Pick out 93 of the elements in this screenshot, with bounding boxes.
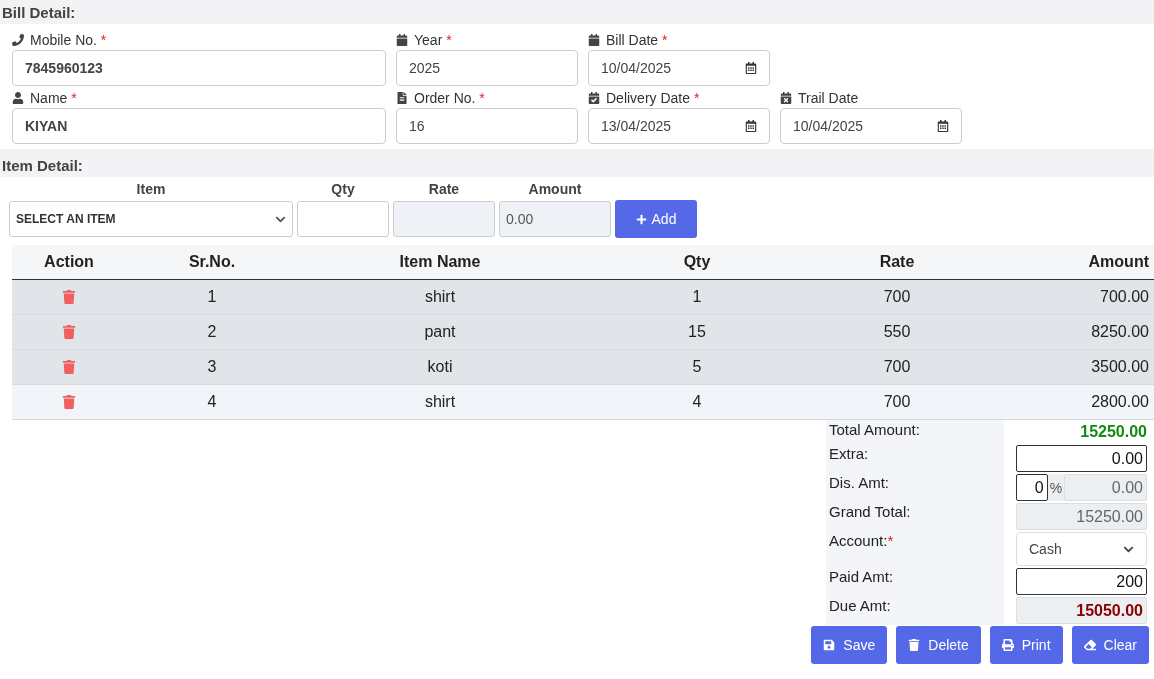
date-field[interactable]: 13/04/2025 <box>588 108 770 144</box>
add-button[interactable]: Add <box>615 200 697 238</box>
field-label: Mobile No. * <box>30 32 107 48</box>
account-select[interactable]: Cash <box>1016 532 1147 566</box>
input-field: 15250.00 <box>1016 503 1147 530</box>
section-title: Item Detail: <box>1 156 84 176</box>
input-field[interactable]: 7845960123 <box>12 50 386 86</box>
table-cell: 2 <box>207 323 217 341</box>
total-amount: 15250.00 <box>1080 423 1147 441</box>
trash-icon[interactable] <box>62 360 76 374</box>
field-label: Name * <box>30 90 77 106</box>
table-row[interactable]: 3 koti 5 700 3500.00 <box>12 350 1154 385</box>
calendar-icon[interactable] <box>937 120 949 132</box>
user-icon <box>12 92 24 104</box>
column-header: Item Name <box>399 253 481 271</box>
column-header: Sr.No. <box>188 253 236 271</box>
summary-label: Paid Amt: <box>826 567 1004 596</box>
input-field[interactable]: 2025 <box>396 50 578 86</box>
field-label: Trail Date <box>798 90 859 106</box>
column-header: Amount <box>1088 253 1149 271</box>
field-label: Bill Date * <box>606 32 668 48</box>
document-icon <box>396 92 408 104</box>
table-cell: 8250.00 <box>1091 323 1149 341</box>
calendar-check-icon <box>588 92 600 104</box>
table-cell: 700 <box>883 288 911 306</box>
action-button[interactable]: Save <box>811 626 888 664</box>
summary-label: Total Amount: <box>826 420 1004 444</box>
summary-label: Grand Total: <box>826 502 1004 531</box>
column-label: Qty <box>330 181 356 199</box>
field-label: Delivery Date * <box>606 90 700 106</box>
table-cell: 3500.00 <box>1091 358 1149 376</box>
table-row[interactable]: 2 pant 15 550 8250.00 <box>12 315 1154 350</box>
action-button[interactable]: Print <box>989 626 1063 664</box>
column-header: Action <box>44 253 94 271</box>
field-label: Year * <box>414 32 452 48</box>
rate-field[interactable] <box>393 201 495 237</box>
table-cell: 700 <box>883 358 911 376</box>
calendar-icon <box>588 34 600 46</box>
field-label: Order No. * <box>414 90 485 106</box>
due-amount-field: 15050.00 <box>1016 597 1147 624</box>
table-cell: 3 <box>207 358 217 376</box>
eraser-icon <box>1083 639 1096 651</box>
column-label: Item <box>135 181 167 199</box>
table-cell: 15 <box>688 323 706 341</box>
table-cell: 4 <box>207 393 217 411</box>
printer-icon <box>1001 639 1014 651</box>
action-button[interactable]: Clear <box>1071 626 1149 664</box>
summary-label: Extra: <box>826 444 1004 473</box>
trash-icon <box>908 639 921 651</box>
input-field[interactable]: 200 <box>1016 568 1147 595</box>
table-cell: shirt <box>424 288 456 306</box>
qty-field[interactable] <box>297 201 389 237</box>
plus-icon <box>635 213 647 225</box>
table-row[interactable]: 4 shirt 4 700 2800.00 <box>12 385 1154 420</box>
save-icon <box>823 639 836 651</box>
summary-label: Account:* <box>826 531 1004 567</box>
column-label: Rate <box>427 181 461 199</box>
calendar-icon[interactable] <box>745 120 757 132</box>
input-field[interactable]: 0.00 <box>1016 445 1147 472</box>
table-cell: 5 <box>692 358 702 376</box>
input-field[interactable]: 16 <box>396 108 578 144</box>
table-cell: koti <box>427 358 453 376</box>
column-header: Qty <box>683 253 711 271</box>
trash-icon[interactable] <box>62 325 76 339</box>
item-select[interactable]: SELECT AN ITEM <box>9 201 293 237</box>
table-cell: shirt <box>424 393 456 411</box>
table-cell: 2800.00 <box>1091 393 1149 411</box>
column-header: Rate <box>879 253 915 271</box>
column-label: Amount <box>527 181 583 199</box>
table-row[interactable]: 1 shirt 1 700 700.00 <box>12 280 1154 315</box>
table-cell: 4 <box>692 393 702 411</box>
amount-field: 0.00 <box>499 201 611 237</box>
table-cell: 1 <box>207 288 217 306</box>
trash-icon[interactable] <box>62 290 76 304</box>
table-cell: 550 <box>883 323 911 341</box>
date-field[interactable]: 10/04/2025 <box>780 108 962 144</box>
calendar-icon[interactable] <box>745 62 757 74</box>
summary-label: Due Amt: <box>826 596 1004 625</box>
table-cell: 700.00 <box>1100 288 1149 306</box>
discount-field: 0.00 <box>1064 474 1147 501</box>
calendar-x-icon <box>780 92 792 104</box>
calendar-icon <box>396 34 408 46</box>
action-button[interactable]: Delete <box>896 626 981 664</box>
trash-icon[interactable] <box>62 395 76 409</box>
date-field[interactable]: 10/04/2025 <box>588 50 770 86</box>
percent-field[interactable]: 0 <box>1016 474 1048 501</box>
table-cell: pant <box>424 323 456 341</box>
table-cell: 700 <box>883 393 911 411</box>
phone-icon <box>12 34 24 46</box>
input-field[interactable]: KIYAN <box>12 108 386 144</box>
summary-label: Dis. Amt: <box>826 473 1004 502</box>
section-title: Bill Detail: <box>1 3 77 23</box>
table-cell: 1 <box>692 288 702 306</box>
